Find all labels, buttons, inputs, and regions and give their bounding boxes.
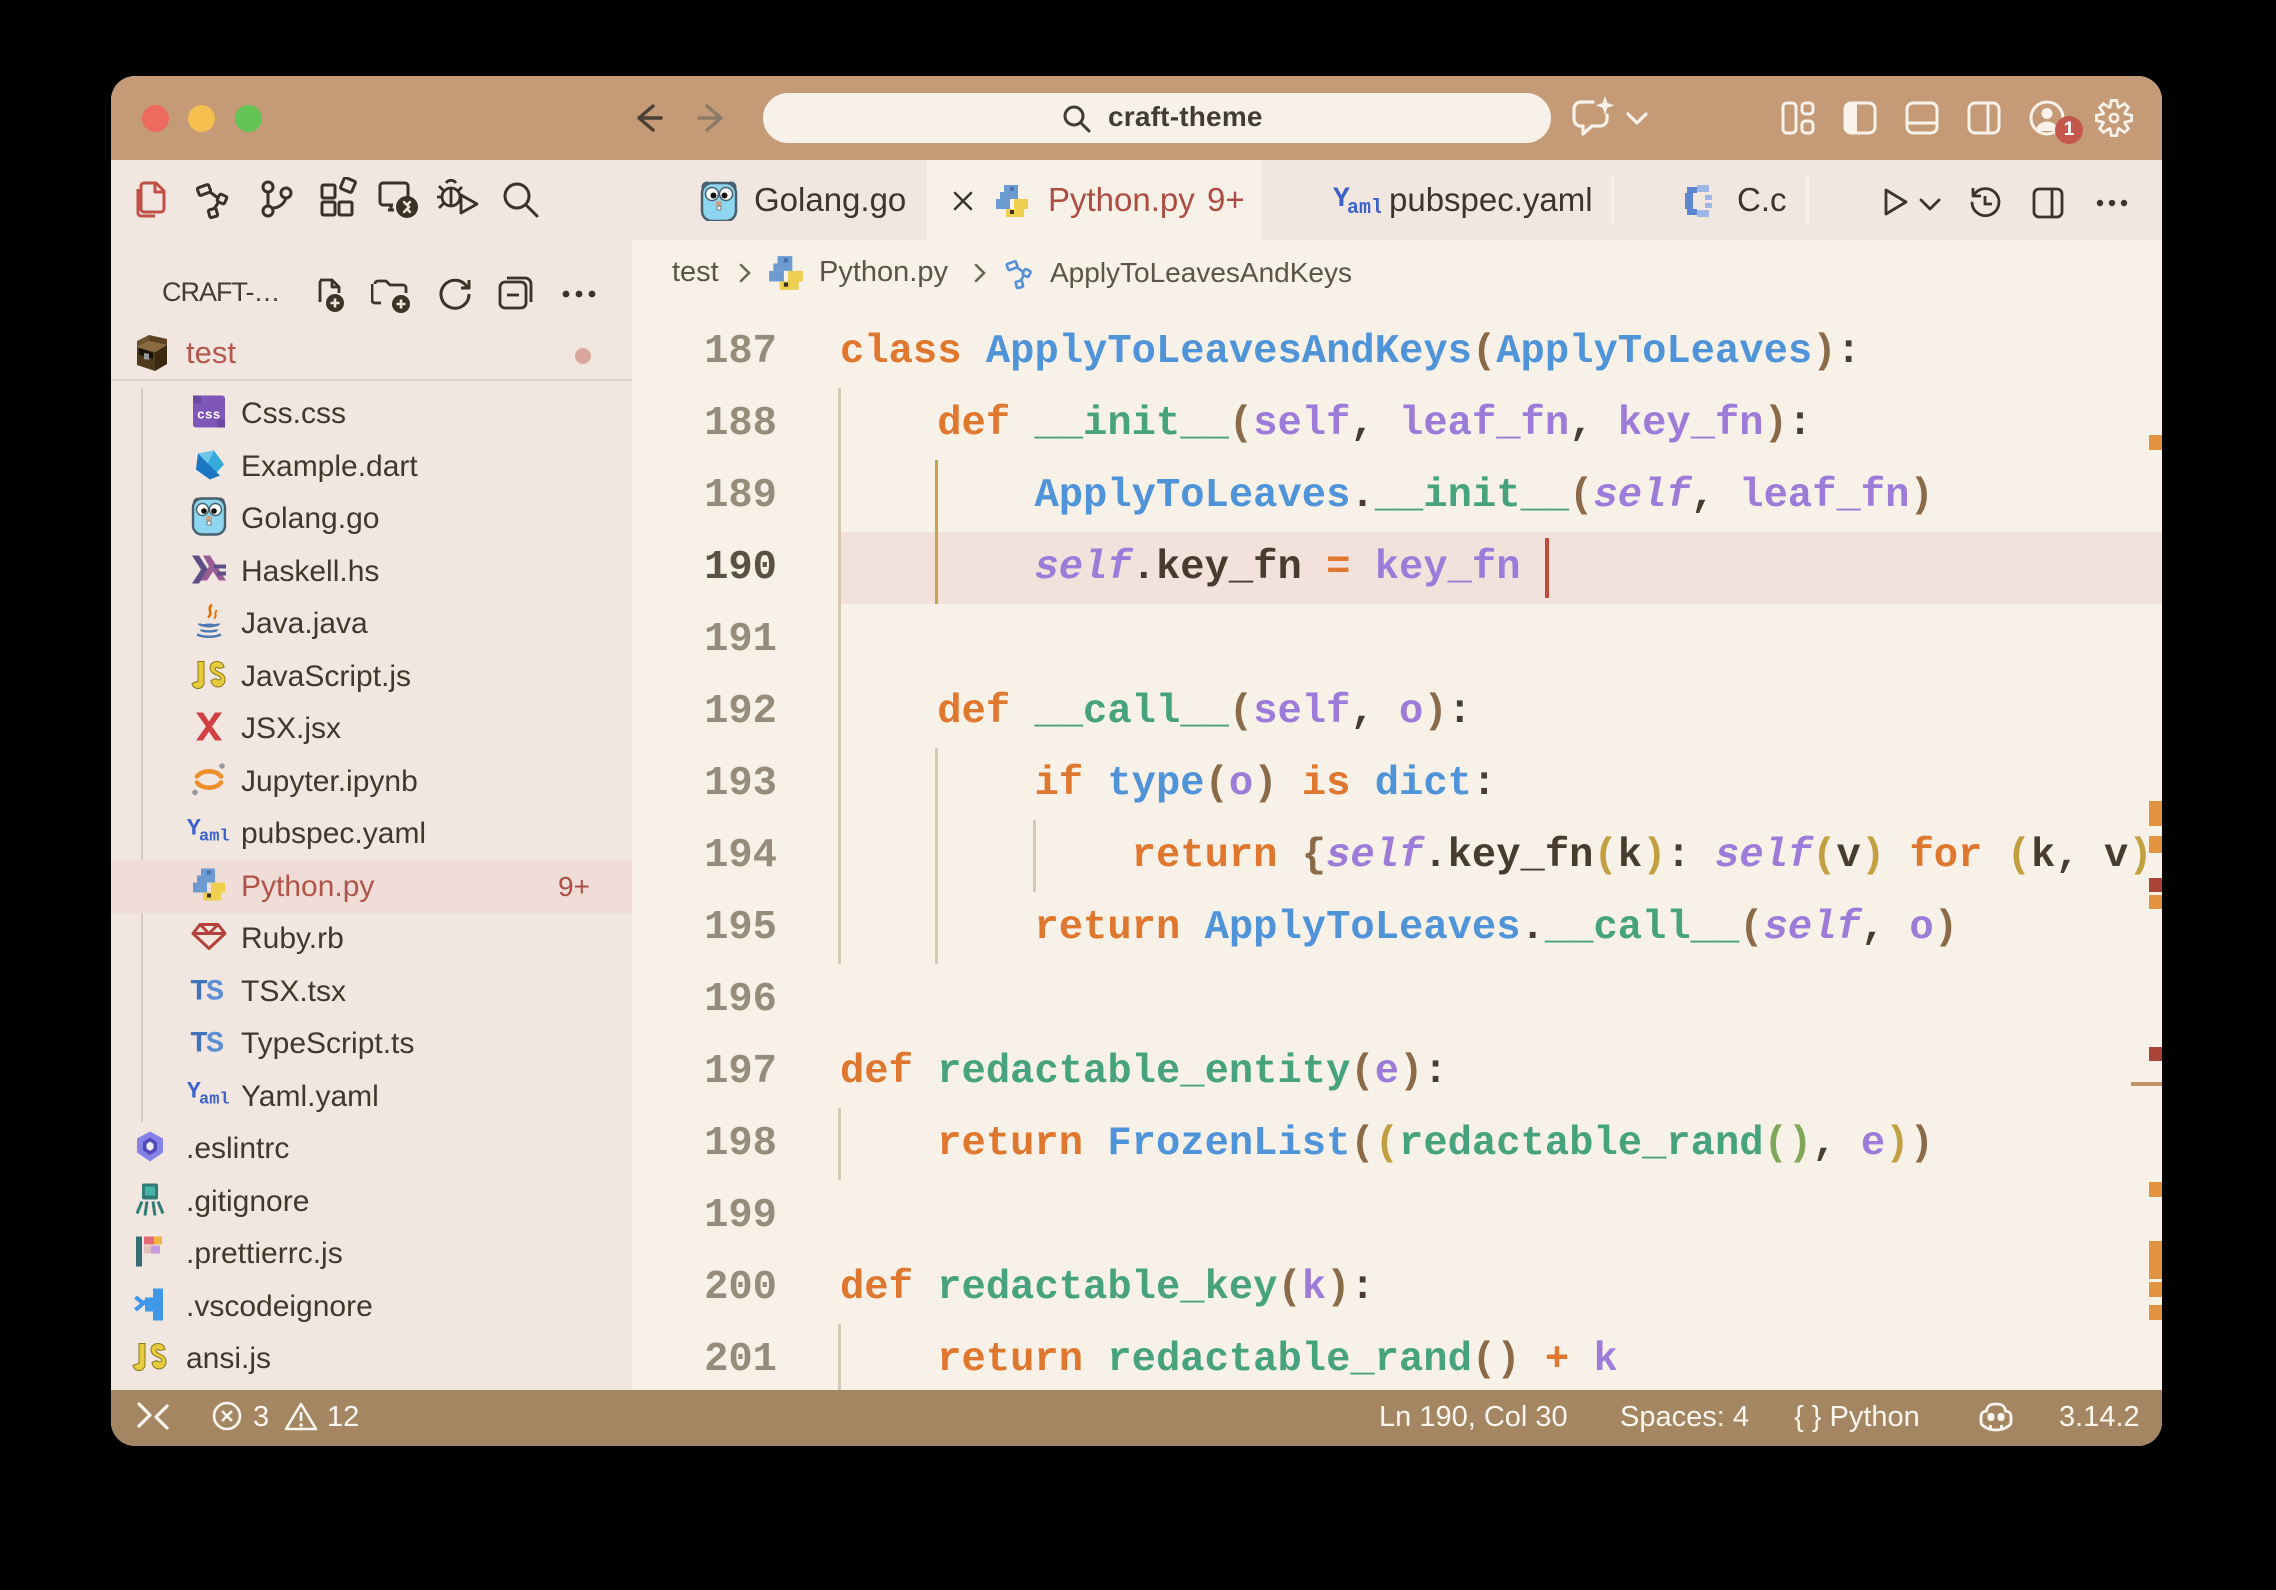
svg-text:aml: aml — [1347, 197, 1381, 219]
